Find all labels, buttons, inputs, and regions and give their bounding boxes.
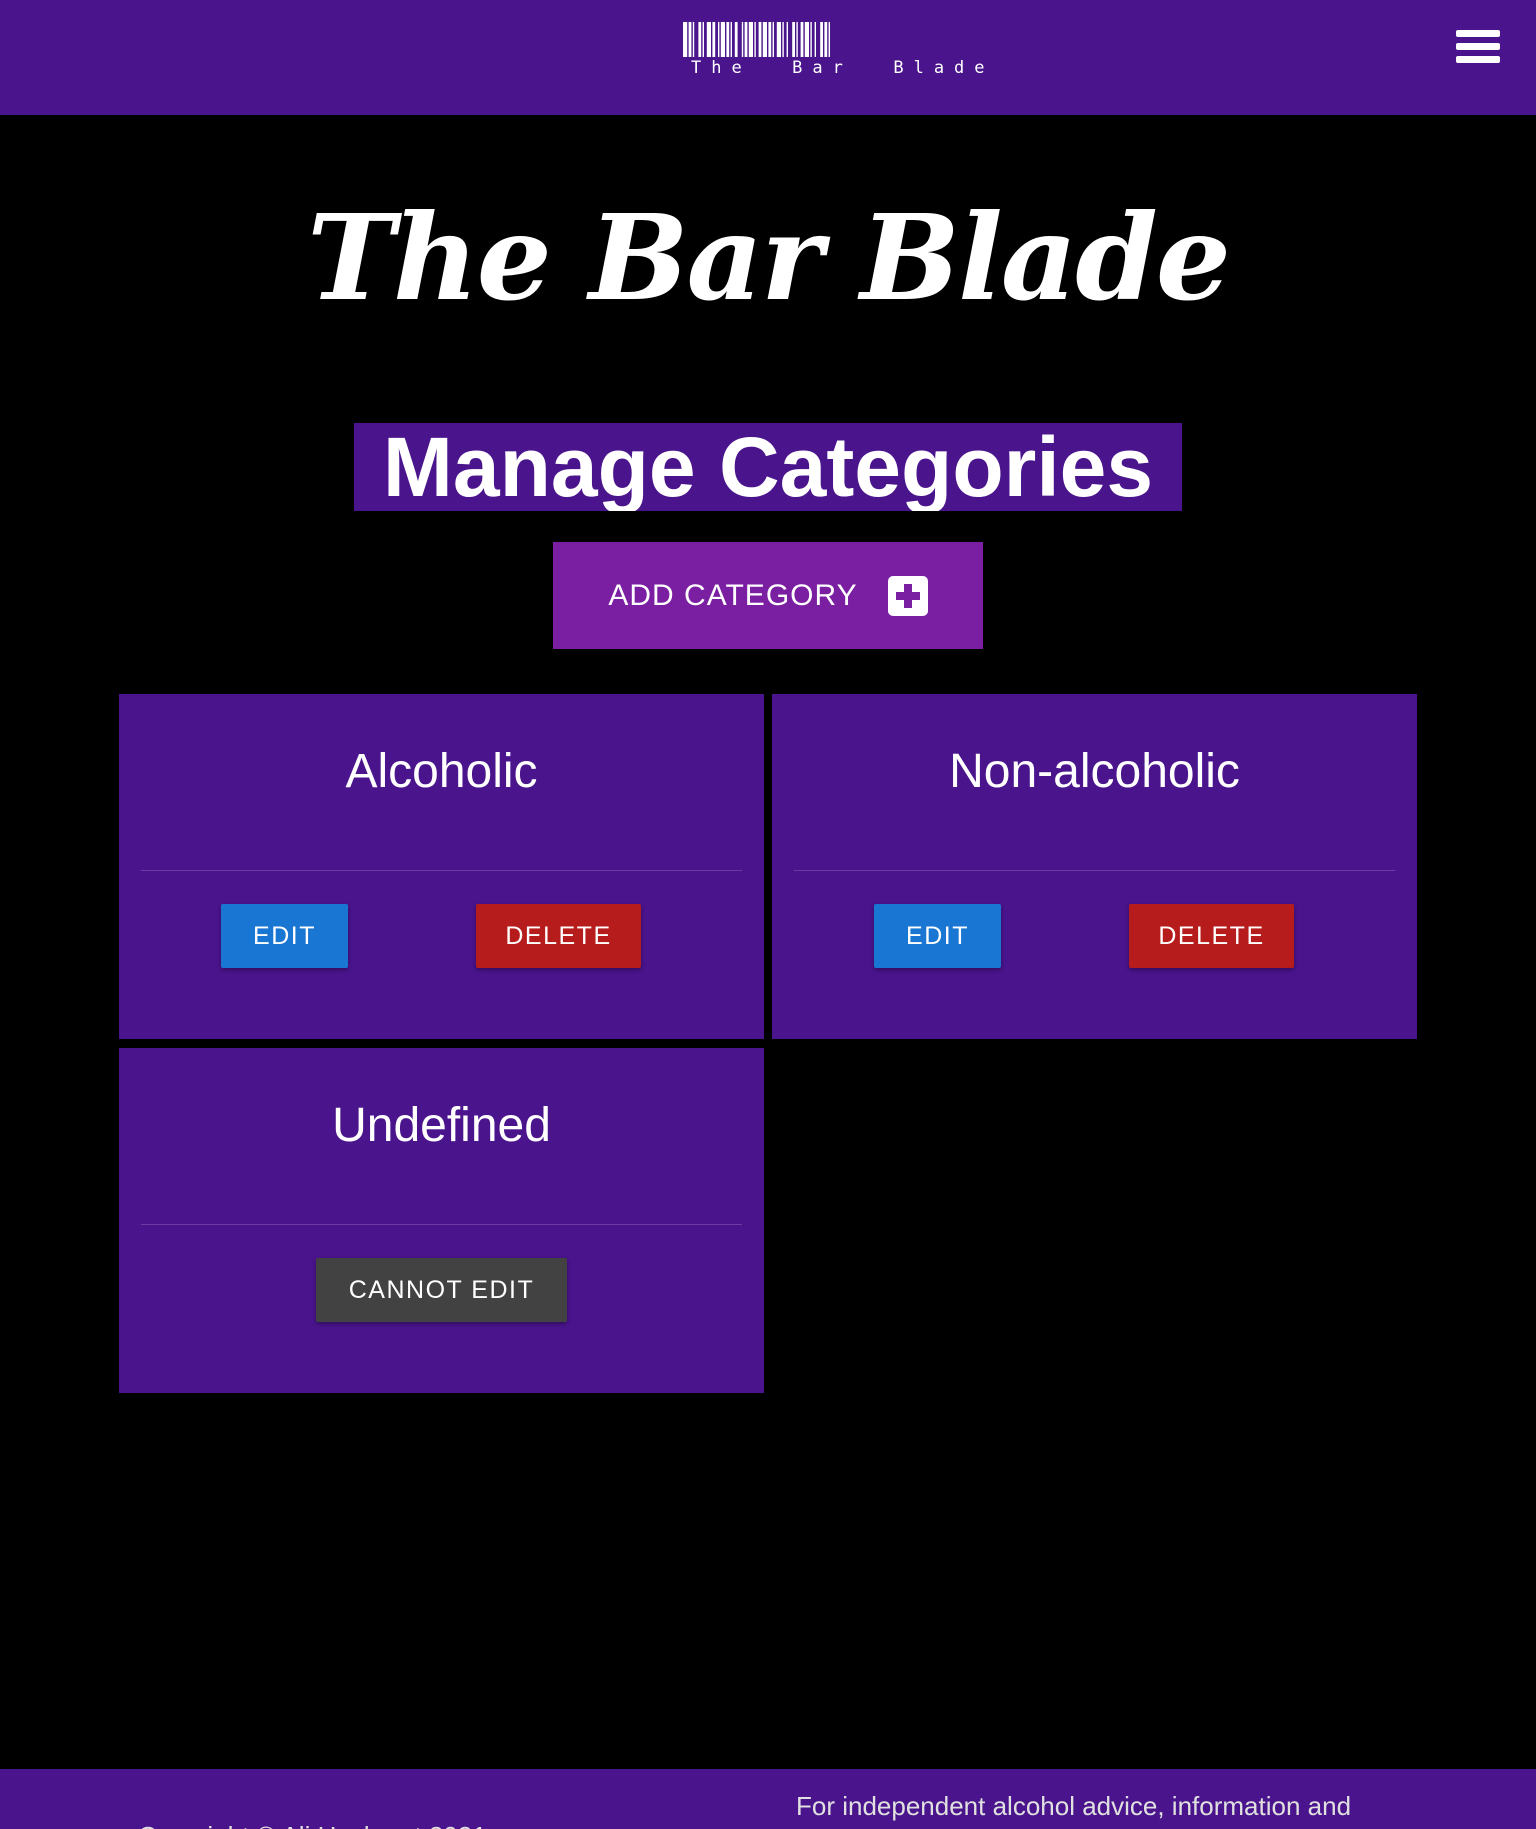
card-divider (141, 1224, 742, 1225)
page: The Bar Blade The Bar Blade Manage Categ… (0, 0, 1536, 1829)
category-card-non-alcoholic: Non-alcoholic EDIT DELETE (772, 694, 1417, 1039)
plus-square-icon (887, 575, 928, 616)
footer-advice-text: For independent alcohol advice, informat… (796, 1791, 1352, 1821)
category-title: Alcoholic (345, 745, 538, 798)
footer-copyright: Copyright © Ali Hayhurst 2021 (138, 1821, 487, 1829)
category-card-undefined: Undefined CANNOT EDIT (119, 1048, 764, 1393)
brand-logo-link[interactable]: The Bar Blade (683, 22, 995, 82)
hero-title: The Bar Blade (307, 188, 1231, 327)
hamburger-menu-icon[interactable] (1456, 30, 1500, 70)
top-navbar: The Bar Blade (0, 0, 1536, 115)
card-divider (141, 870, 742, 871)
add-category-label: ADD CATEGORY (608, 578, 858, 612)
cannot-edit-button: CANNOT EDIT (316, 1258, 567, 1322)
brand-logo-text: The Bar Blade (691, 58, 995, 78)
delete-button[interactable]: DELETE (476, 904, 641, 968)
category-card-alcoholic: Alcoholic EDIT DELETE (119, 694, 764, 1039)
category-title: Undefined (332, 1099, 551, 1152)
edit-button[interactable]: EDIT (221, 904, 348, 968)
page-title: Manage Categories (354, 423, 1182, 511)
add-category-button[interactable]: ADD CATEGORY (553, 542, 983, 649)
page-footer: Copyright © Ali Hayhurst 2021 For indepe… (0, 1769, 1536, 1829)
delete-button[interactable]: DELETE (1129, 904, 1294, 968)
edit-button[interactable]: EDIT (874, 904, 1001, 968)
barcode-logo-icon (683, 22, 830, 57)
card-divider (794, 870, 1395, 871)
category-title: Non-alcoholic (949, 745, 1240, 798)
